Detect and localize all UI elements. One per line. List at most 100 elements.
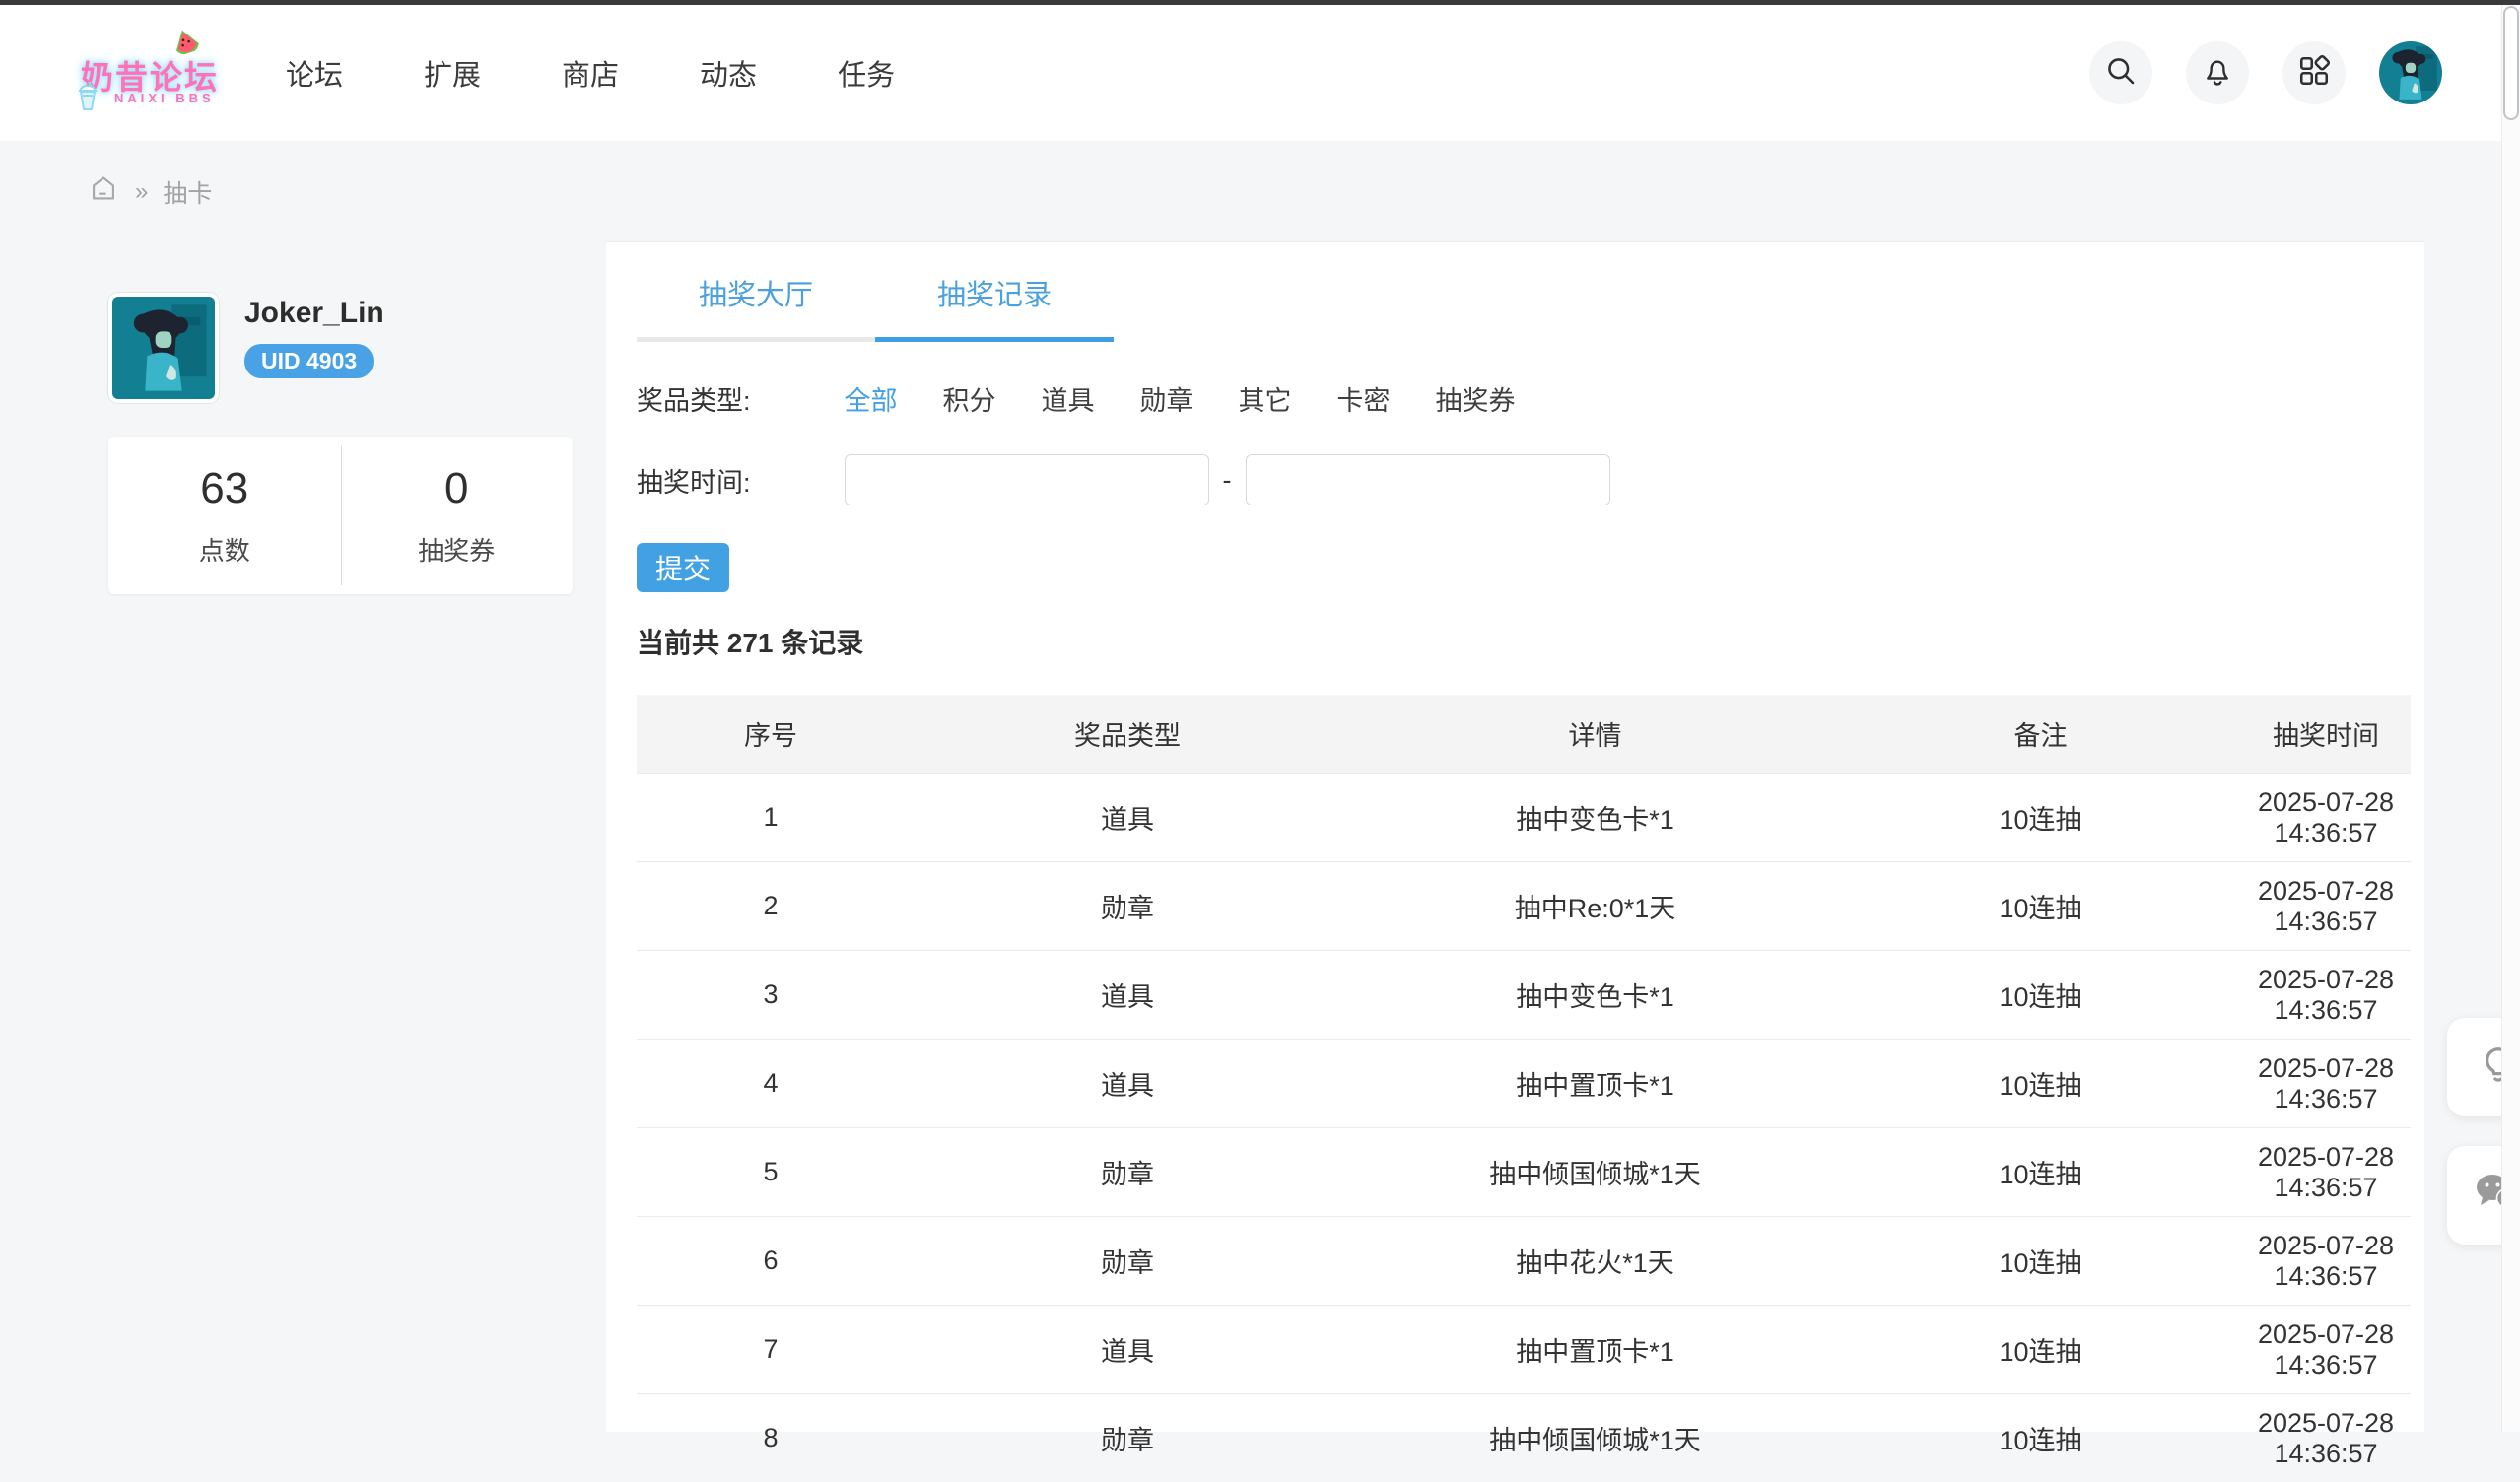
nav-item[interactable]: 动态 <box>700 52 757 94</box>
cell-prize-type: 道具 <box>905 774 1350 862</box>
stat-cell: 0 抽奖券 <box>341 464 574 568</box>
cell-detail: 抽中变色卡*1 <box>1350 951 1840 1040</box>
column-header: 奖品类型 <box>905 695 1350 774</box>
cell-index: 6 <box>637 1217 905 1306</box>
prize-type-filter: 奖品类型: 全部 积分 道具 勋章 其它 卡密 抽奖券 <box>637 381 2411 415</box>
draw-time-filter: 抽奖时间: - <box>637 454 2411 505</box>
user-avatar[interactable] <box>2379 41 2442 104</box>
search-icon <box>2103 53 2139 94</box>
breadcrumb: » 抽卡 <box>87 171 212 212</box>
cell-draw-time: 2025-07-28 14:36:57 <box>2241 1217 2411 1306</box>
cell-draw-time: 2025-07-28 14:36:57 <box>2241 951 2411 1040</box>
table-row: 6 勋章 抽中花火*1天 10连抽 2025-07-28 14:36:57 <box>637 1217 2411 1306</box>
cell-detail: 抽中Re:0*1天 <box>1350 862 1840 951</box>
avatar-image <box>112 297 215 399</box>
profile-info: Joker_Lin UID 4903 <box>244 293 384 403</box>
cell-draw-time: 2025-07-28 14:36:57 <box>2241 1128 2411 1217</box>
cell-draw-time: 2025-07-28 14:36:57 <box>2241 774 2411 862</box>
nav-item[interactable]: 论坛 <box>286 52 343 94</box>
apps-grid-icon <box>2296 53 2332 94</box>
tab[interactable]: 抽奖大厅 <box>637 272 875 342</box>
nav-item[interactable]: 商店 <box>562 52 619 94</box>
nav-item[interactable]: 任务 <box>838 52 895 94</box>
records-table-head: 序号 奖品类型 详情 备注 抽奖时间 <box>637 695 2411 774</box>
breadcrumb-separator: » <box>135 178 148 206</box>
notifications-button[interactable] <box>2186 41 2249 104</box>
prize-type-option[interactable]: 勋章 <box>1140 379 1193 418</box>
milkshake-icon <box>75 81 101 117</box>
stat-value: 63 <box>108 464 341 513</box>
cell-detail: 抽中变色卡*1 <box>1350 774 1840 862</box>
header: 奶昔论坛 NAIXI BBS 论坛 扩展 商店 动态 任务 <box>0 5 2520 141</box>
uid-badge: UID 4903 <box>244 344 374 378</box>
prize-type-label: 奖品类型: <box>637 379 751 418</box>
cell-index: 7 <box>637 1306 905 1394</box>
records-table-body: 1 道具 抽中变色卡*1 10连抽 2025-07-28 14:36:57 2 … <box>637 774 2411 1482</box>
lottery-panel: 抽奖大厅 抽奖记录 奖品类型: 全部 积分 道具 勋章 其它 卡密 抽奖券 抽奖… <box>606 241 2424 1432</box>
cell-prize-type: 道具 <box>905 1040 1350 1128</box>
avatar-image <box>2379 41 2442 104</box>
site-logo[interactable]: 奶昔论坛 NAIXI BBS <box>81 30 209 116</box>
cell-prize-type: 道具 <box>905 1306 1350 1394</box>
prize-type-option[interactable]: 道具 <box>1042 379 1095 418</box>
stat-label: 点数 <box>108 531 341 568</box>
search-button[interactable] <box>2089 41 2152 104</box>
cell-index: 8 <box>637 1394 905 1482</box>
scrollbar-track[interactable] <box>2501 0 2520 1432</box>
records-table: 序号 奖品类型 详情 备注 抽奖时间 1 道具 抽中变色卡*1 10连抽 <box>637 695 2411 1482</box>
tab[interactable]: 抽奖记录 <box>875 272 1114 342</box>
draw-time-label: 抽奖时间: <box>637 461 751 500</box>
table-row: 8 勋章 抽中倾国倾城*1天 10连抽 2025-07-28 14:36:57 <box>637 1394 2411 1482</box>
table-row: 3 道具 抽中变色卡*1 10连抽 2025-07-28 14:36:57 <box>637 951 2411 1040</box>
prize-type-option[interactable]: 抽奖券 <box>1436 379 1516 418</box>
cell-draw-time: 2025-07-28 14:36:57 <box>2241 1040 2411 1128</box>
main-nav: 论坛 扩展 商店 动态 任务 <box>286 52 895 94</box>
breadcrumb-home[interactable] <box>87 171 120 212</box>
record-count: 当前共 271 条记录 <box>637 628 2411 659</box>
prize-type-option[interactable]: 卡密 <box>1337 379 1391 418</box>
cell-detail: 抽中花火*1天 <box>1350 1217 1840 1306</box>
column-header: 详情 <box>1350 695 1840 774</box>
cell-detail: 抽中置顶卡*1 <box>1350 1306 1840 1394</box>
stat-value: 0 <box>341 464 574 513</box>
column-header: 备注 <box>1840 695 2241 774</box>
apps-button[interactable] <box>2282 41 2346 104</box>
time-from-input[interactable] <box>845 454 1209 505</box>
cell-index: 4 <box>637 1040 905 1128</box>
table-row: 2 勋章 抽中Re:0*1天 10连抽 2025-07-28 14:36:57 <box>637 862 2411 951</box>
prize-type-option[interactable]: 其它 <box>1239 379 1292 418</box>
cell-remark: 10连抽 <box>1840 1394 2241 1482</box>
cell-prize-type: 勋章 <box>905 1394 1350 1482</box>
cell-remark: 10连抽 <box>1840 774 2241 862</box>
header-actions <box>2089 41 2442 104</box>
cell-remark: 10连抽 <box>1840 1217 2241 1306</box>
profile-name: Joker_Lin <box>244 297 384 330</box>
profile-card: Joker_Lin UID 4903 <box>108 293 384 403</box>
cell-remark: 10连抽 <box>1840 1306 2241 1394</box>
cell-draw-time: 2025-07-28 14:36:57 <box>2241 1394 2411 1482</box>
bell-icon <box>2200 53 2235 94</box>
cell-index: 3 <box>637 951 905 1040</box>
top-strip <box>0 0 2520 5</box>
cell-remark: 10连抽 <box>1840 862 2241 951</box>
cell-index: 1 <box>637 774 905 862</box>
home-icon <box>87 171 120 212</box>
tabs: 抽奖大厅 抽奖记录 <box>637 272 2411 342</box>
cell-remark: 10连抽 <box>1840 1040 2241 1128</box>
cell-prize-type: 勋章 <box>905 1128 1350 1217</box>
table-row: 4 道具 抽中置顶卡*1 10连抽 2025-07-28 14:36:57 <box>637 1040 2411 1128</box>
stat-cell: 63 点数 <box>108 464 341 568</box>
submit-button[interactable]: 提交 <box>637 543 729 592</box>
cell-prize-type: 勋章 <box>905 1217 1350 1306</box>
column-header: 抽奖时间 <box>2241 695 2411 774</box>
nav-item[interactable]: 扩展 <box>424 52 481 94</box>
stat-label: 抽奖券 <box>341 531 574 568</box>
prize-type-option[interactable]: 全部 <box>845 379 898 418</box>
cell-draw-time: 2025-07-28 14:36:57 <box>2241 862 2411 951</box>
scrollbar-thumb[interactable] <box>2503 6 2519 120</box>
cell-remark: 10连抽 <box>1840 951 2241 1040</box>
time-to-input[interactable] <box>1246 454 1610 505</box>
profile-avatar <box>108 293 219 403</box>
cell-remark: 10连抽 <box>1840 1128 2241 1217</box>
prize-type-option[interactable]: 积分 <box>943 379 996 418</box>
